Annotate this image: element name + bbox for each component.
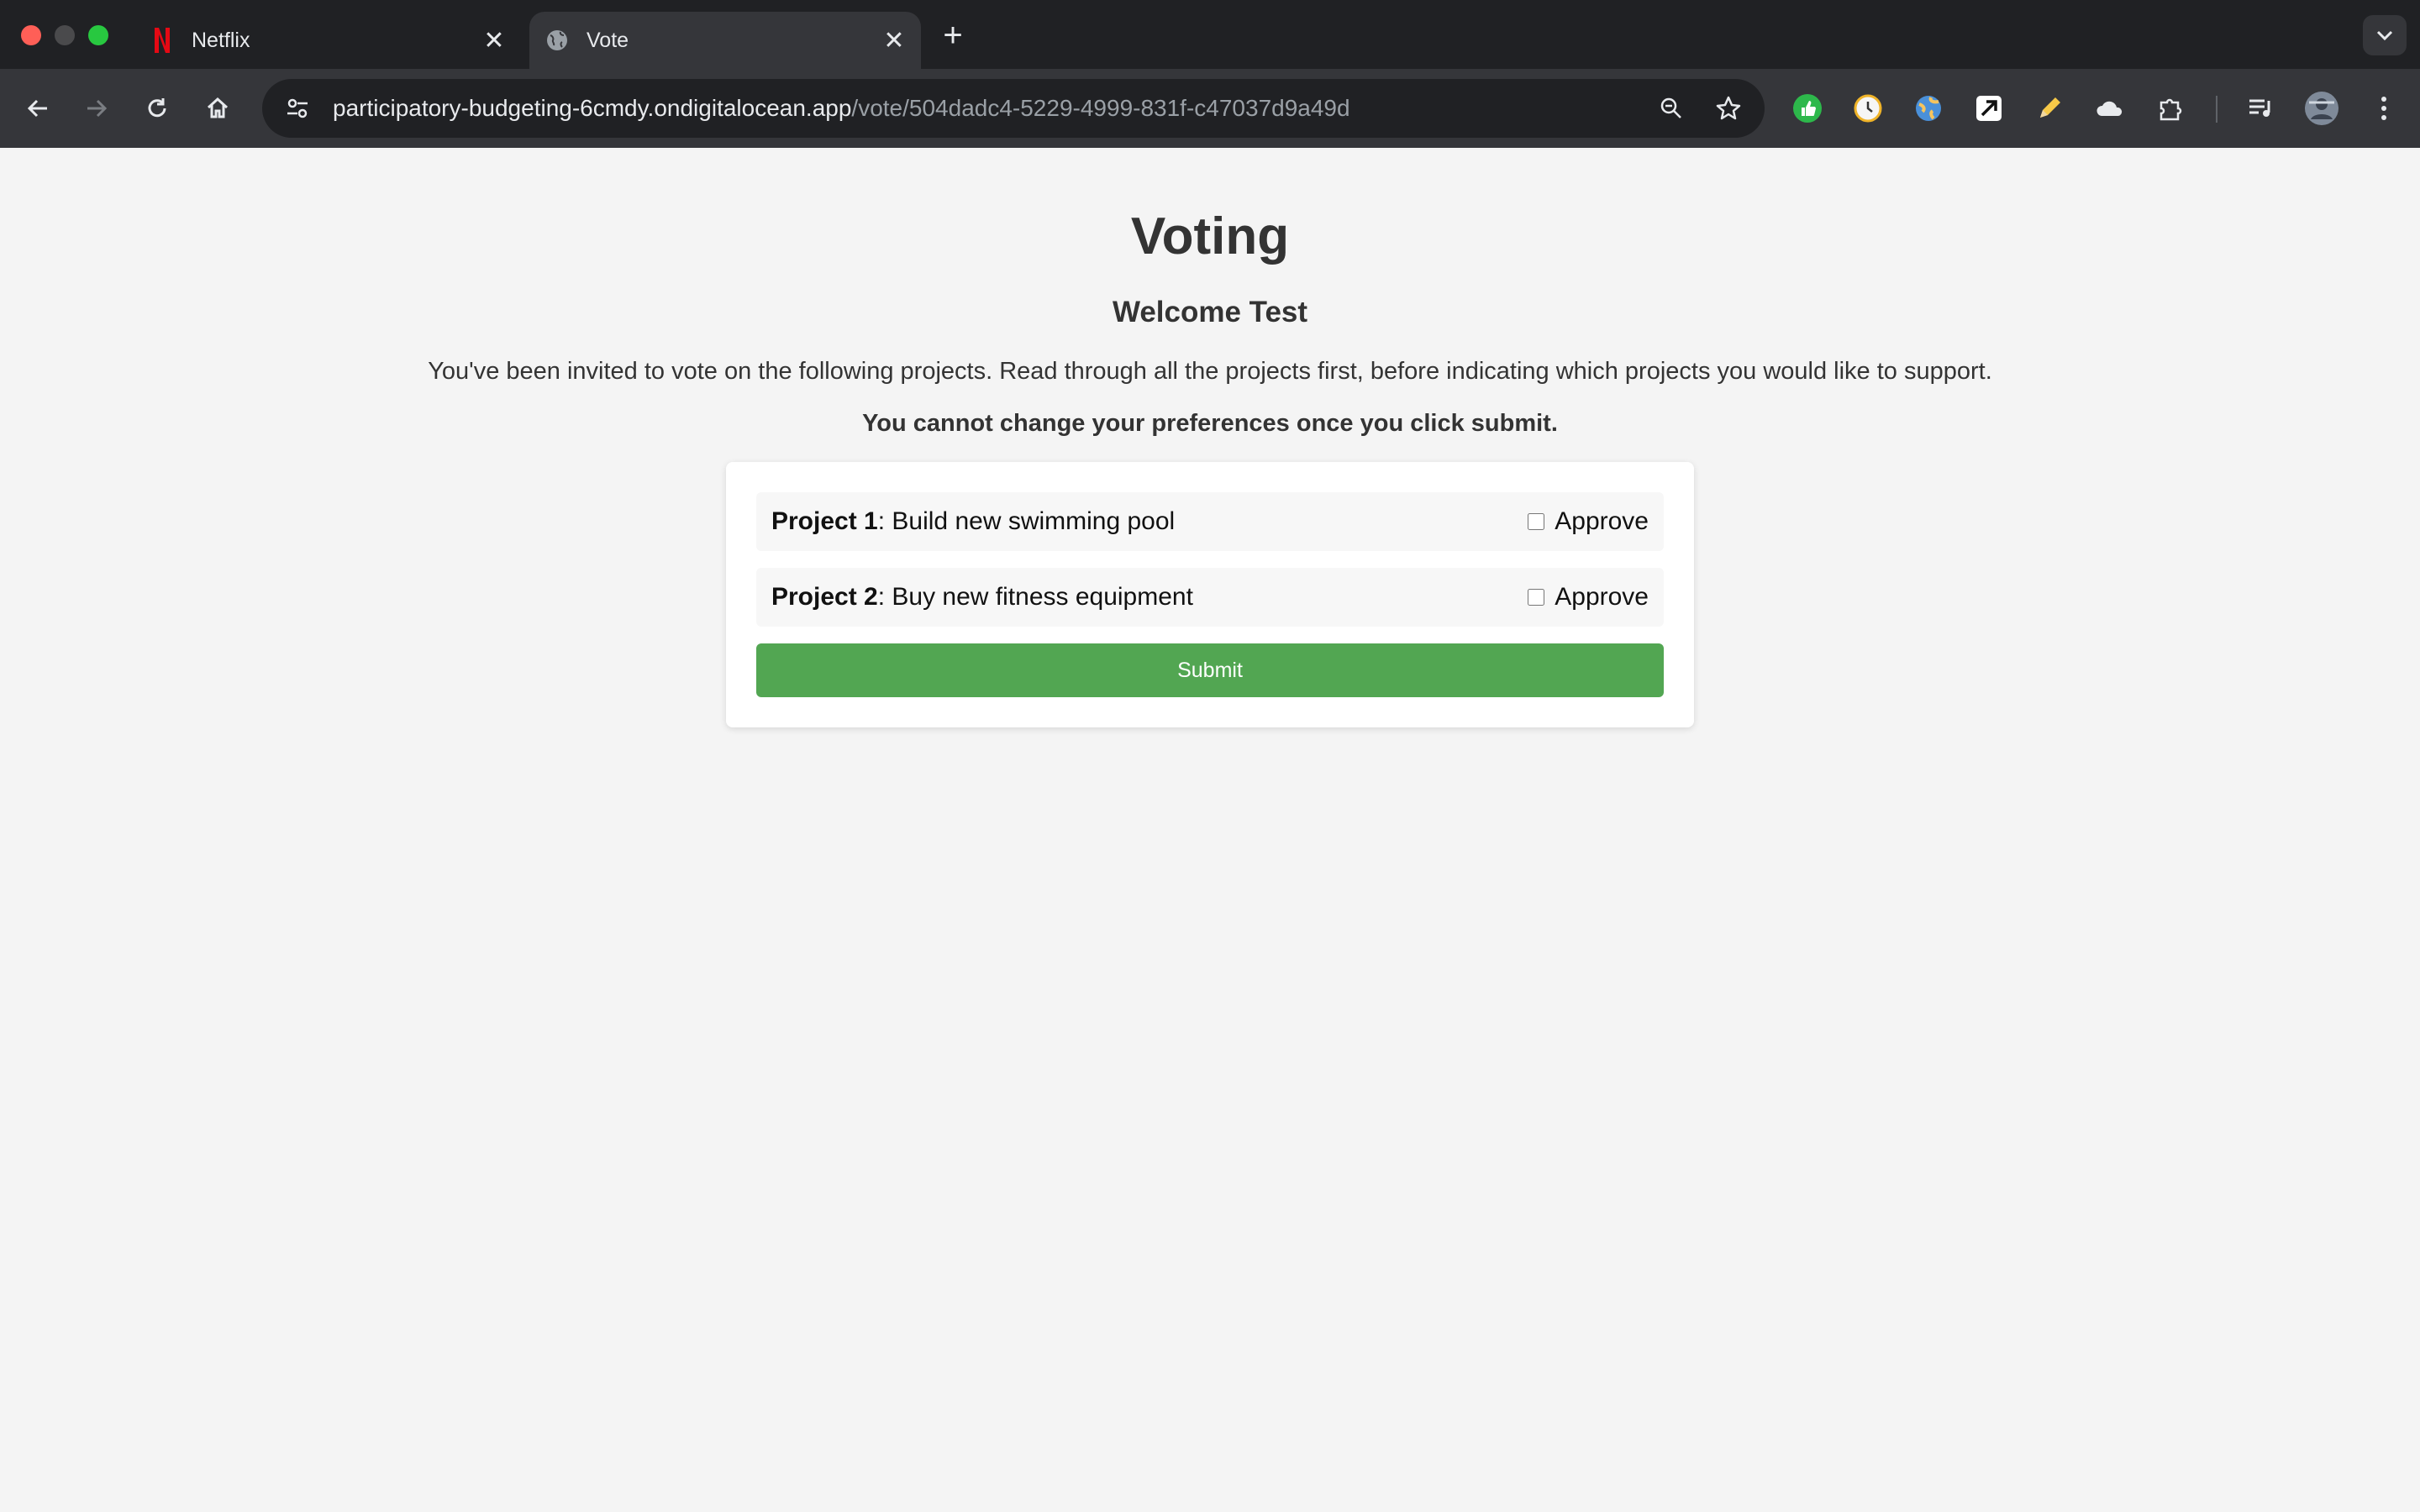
approve-checkbox[interactable] — [1528, 589, 1545, 606]
close-icon[interactable]: ✕ — [877, 24, 911, 57]
back-button[interactable] — [17, 87, 59, 129]
tab-strip: Netflix ✕ Vote ✕ + — [0, 0, 2420, 69]
tab-netflix[interactable]: Netflix ✕ — [134, 12, 521, 69]
intro-text: You've been invited to vote on the follo… — [428, 358, 1992, 385]
minimize-window-button[interactable] — [55, 25, 75, 45]
page-content: Voting Welcome Test You've been invited … — [0, 148, 2420, 1512]
submit-button[interactable]: Submit — [756, 643, 1664, 697]
chevron-down-icon — [2376, 30, 2393, 41]
welcome-heading: Welcome Test — [1112, 296, 1308, 328]
zoom-button[interactable] — [1650, 87, 1692, 129]
pencil-icon[interactable] — [2030, 89, 2069, 128]
back-arrow-icon — [27, 99, 47, 118]
project-description: : Buy new fitness equipment — [877, 583, 1193, 611]
page-title: Voting — [1130, 207, 1290, 265]
site-settings-icon[interactable] — [279, 90, 316, 127]
green-thumbs-icon[interactable] — [1788, 89, 1827, 128]
project-number: Project 2 — [771, 583, 878, 611]
globe-ext-icon[interactable] — [1909, 89, 1948, 128]
forward-arrow-icon — [87, 99, 108, 118]
reload-button[interactable] — [136, 87, 178, 129]
approve-label[interactable]: Approve — [1555, 507, 1649, 536]
kebab-menu-icon[interactable] — [2365, 89, 2403, 128]
cloud-icon[interactable] — [2091, 89, 2129, 128]
url-path: /vote/504dadc4-5229-4999-831f-c47037d9a4… — [851, 95, 1350, 121]
project-number: Project 1 — [771, 507, 878, 535]
tab-vote[interactable]: Vote ✕ — [529, 12, 921, 69]
project-row: Project 2: Buy new fitness equipment App… — [756, 568, 1664, 627]
approve-label[interactable]: Approve — [1555, 583, 1649, 612]
puzzle-icon[interactable] — [2151, 89, 2190, 128]
project-row: Project 1: Build new swimming pool Appro… — [756, 492, 1664, 551]
tab-title: Vote — [587, 28, 629, 52]
square-arrow-icon[interactable] — [1970, 89, 2008, 128]
close-icon[interactable]: ✕ — [477, 24, 511, 57]
tab-title: Netflix — [192, 28, 250, 52]
close-window-button[interactable] — [21, 25, 41, 45]
project-label: Project 1: Build new swimming pool — [771, 507, 1175, 536]
globe-icon — [544, 28, 570, 53]
tab-search-button[interactable] — [2363, 15, 2407, 55]
netflix-n-icon — [150, 28, 175, 53]
toolbar-divider — [2216, 96, 2217, 123]
maximize-window-button[interactable] — [88, 25, 108, 45]
forward-button[interactable] — [76, 87, 118, 129]
url-text[interactable]: participatory-budgeting-6cmdy.ondigitalo… — [333, 95, 1650, 122]
zoom-out-icon — [1660, 97, 1681, 118]
bookmark-button[interactable] — [1707, 87, 1749, 129]
browser-toolbar: participatory-budgeting-6cmdy.ondigitalo… — [0, 69, 2420, 148]
project-label: Project 2: Buy new fitness equipment — [771, 583, 1193, 612]
new-tab-button[interactable]: + — [934, 17, 971, 54]
project-description: : Build new swimming pool — [877, 507, 1176, 535]
voting-form: Project 1: Build new swimming pool Appro… — [726, 462, 1694, 727]
address-bar[interactable]: participatory-budgeting-6cmdy.ondigitalo… — [262, 79, 1765, 138]
avatar[interactable] — [2302, 89, 2341, 128]
reload-icon — [148, 98, 166, 118]
url-host: participatory-budgeting-6cmdy.ondigitalo… — [333, 95, 852, 121]
home-button[interactable] — [197, 87, 239, 129]
approve-checkbox[interactable] — [1528, 513, 1545, 530]
home-icon — [207, 97, 229, 118]
clock-icon[interactable] — [1849, 89, 1887, 128]
approve-option[interactable]: Approve — [1528, 583, 1649, 612]
warning-text: You cannot change your preferences once … — [862, 410, 1558, 437]
media-queue-icon[interactable] — [2242, 89, 2281, 128]
star-icon — [1716, 96, 1741, 120]
approve-option[interactable]: Approve — [1528, 507, 1649, 536]
